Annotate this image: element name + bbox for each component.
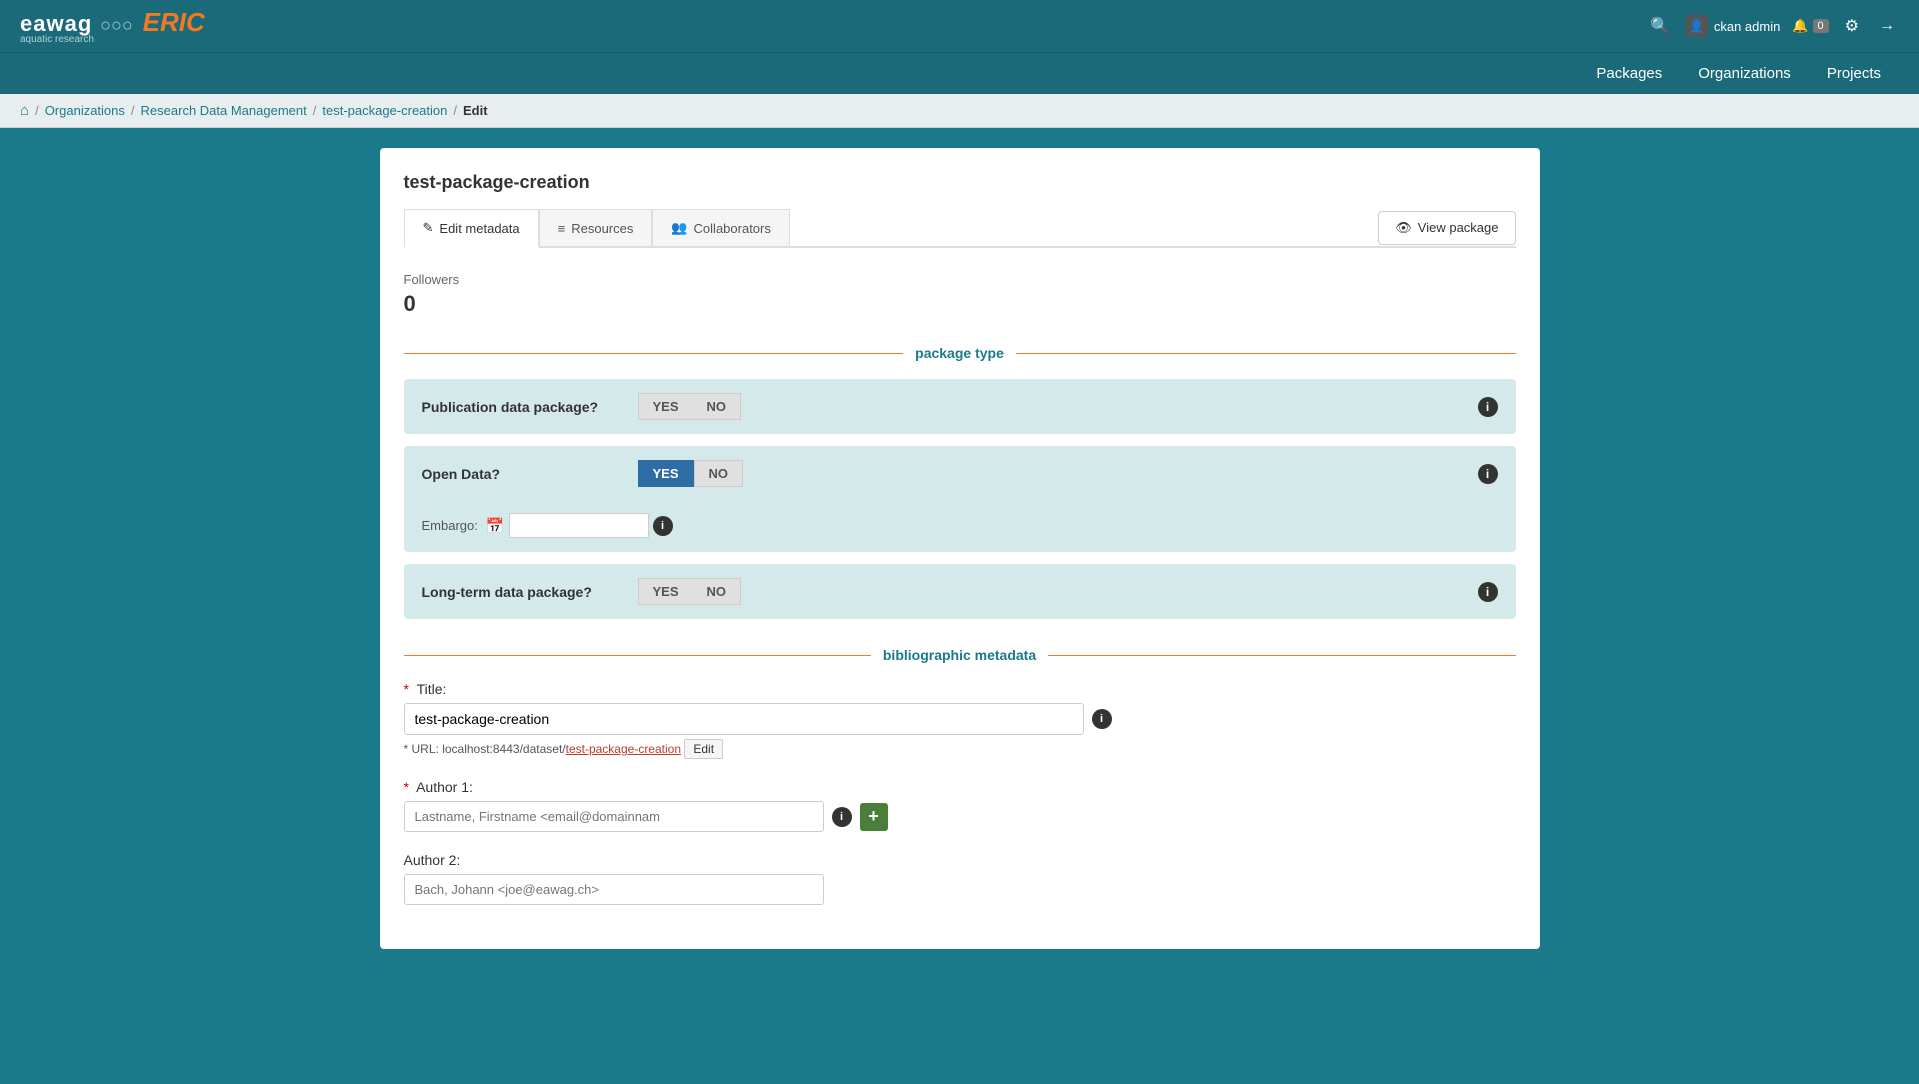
author1-info-icon[interactable]: i — [832, 807, 852, 827]
longterm-no-btn[interactable]: NO — [693, 578, 742, 605]
publication-info-icon[interactable]: i — [1478, 397, 1498, 417]
main-nav: Packages Organizations Projects — [0, 52, 1919, 94]
author1-input-row: i + — [404, 801, 1516, 832]
bell-icon: 🔔 — [1792, 18, 1808, 34]
embargo-label: Embargo: — [422, 518, 478, 533]
longterm-info-icon[interactable]: i — [1478, 582, 1498, 602]
title-field-label: * Title: — [404, 681, 1516, 697]
logout-icon[interactable]: → — [1875, 13, 1899, 39]
calendar-icon: 📅 — [486, 517, 505, 535]
publication-toggle: YES NO — [638, 393, 742, 420]
breadcrumb-bar: ⌂ / Organizations / Research Data Manage… — [0, 94, 1919, 128]
breadcrumb: ⌂ / Organizations / Research Data Manage… — [20, 102, 1899, 119]
section-title-package-type: package type — [915, 345, 1004, 361]
breadcrumb-home[interactable]: ⌂ — [20, 102, 29, 119]
publication-label: Publication data package? — [422, 399, 622, 415]
longterm-data-package-row: Long-term data package? YES NO i — [404, 564, 1516, 619]
open-data-yes-btn[interactable]: YES — [638, 460, 694, 487]
eye-icon: 👁 — [1395, 220, 1412, 236]
notification-badge[interactable]: 🔔 0 — [1792, 18, 1828, 34]
embargo-input-wrap: 📅 i — [486, 513, 673, 538]
followers-section: Followers 0 — [404, 272, 1516, 317]
publication-no-btn[interactable]: NO — [693, 393, 742, 420]
page-title: test-package-creation — [404, 172, 1516, 193]
user-icon: 👤 — [1686, 15, 1708, 37]
author2-field-label: Author 2: — [404, 852, 1516, 868]
title-info-icon[interactable]: i — [1092, 709, 1112, 729]
settings-icon[interactable]: ⚙ — [1841, 12, 1863, 40]
logo: eawag ○○○ ERIC aquatic research — [20, 7, 205, 45]
author2-input-row — [404, 874, 1516, 905]
notif-count: 0 — [1813, 19, 1829, 33]
edit-icon: ✎ — [423, 220, 434, 236]
section-bibliographic: bibliographic metadata — [404, 647, 1516, 663]
tabs-row: ✎ Edit metadata ≡ Resources 👥 Collaborat… — [404, 209, 1516, 248]
logo-eric: ERIC — [143, 7, 205, 37]
breadcrumb-package[interactable]: test-package-creation — [322, 103, 447, 118]
open-data-toggle: YES NO — [638, 460, 744, 487]
embargo-date-input[interactable] — [509, 513, 649, 538]
tab-edit-metadata[interactable]: ✎ Edit metadata — [404, 209, 539, 248]
breadcrumb-rdm[interactable]: Research Data Management — [141, 103, 307, 118]
username: ckan admin — [1714, 19, 1780, 34]
search-icon[interactable]: 🔍 — [1646, 12, 1674, 40]
form-content: package type Publication data package? Y… — [404, 345, 1516, 905]
open-data-info-icon[interactable]: i — [1478, 464, 1498, 484]
publication-yes-btn[interactable]: YES — [638, 393, 693, 420]
section-bib-line-right — [1048, 655, 1515, 656]
nav-packages[interactable]: Packages — [1578, 53, 1680, 94]
title-required-marker: * — [404, 681, 409, 697]
open-data-row: Open Data? YES NO i Embargo: 📅 i — [404, 446, 1516, 552]
page-container: test-package-creation ✎ Edit metadata ≡ … — [380, 148, 1540, 949]
view-package-button[interactable]: 👁 View package — [1378, 211, 1515, 245]
url-slug: test-package-creation — [566, 742, 681, 756]
breadcrumb-organizations[interactable]: Organizations — [45, 103, 125, 118]
longterm-yes-btn[interactable]: YES — [638, 578, 693, 605]
embargo-row: Embargo: 📅 i — [422, 513, 673, 538]
tab-collaborators[interactable]: 👥 Collaborators — [652, 209, 790, 246]
home-icon: ⌂ — [20, 102, 29, 119]
logo-dots: ○○○ — [100, 15, 133, 35]
author1-field-label: * Author 1: — [404, 779, 1516, 795]
followers-label: Followers — [404, 272, 1516, 287]
section-package-type: package type — [404, 345, 1516, 361]
section-line-right — [1016, 353, 1516, 354]
nav-projects[interactable]: Projects — [1809, 53, 1899, 94]
user-menu[interactable]: 👤 ckan admin — [1686, 15, 1780, 37]
open-data-label: Open Data? — [422, 466, 622, 482]
logo-eawag: eawag — [20, 11, 92, 36]
author1-required-marker: * — [404, 779, 409, 795]
publication-data-package-row: Publication data package? YES NO i — [404, 379, 1516, 434]
longterm-label: Long-term data package? — [422, 584, 622, 600]
author1-input[interactable] — [404, 801, 824, 832]
nav-organizations[interactable]: Organizations — [1680, 53, 1809, 94]
author1-field-group: * Author 1: i + — [404, 779, 1516, 832]
top-bar: eawag ○○○ ERIC aquatic research 🔍 👤 ckan… — [0, 0, 1919, 52]
embargo-info-icon[interactable]: i — [653, 516, 673, 536]
author2-input[interactable] — [404, 874, 824, 905]
url-hint: * URL: localhost:8443/dataset/test-packa… — [404, 739, 1516, 759]
resources-icon: ≡ — [558, 221, 566, 236]
collaborators-icon: 👥 — [671, 220, 687, 236]
tab-resources[interactable]: ≡ Resources — [539, 209, 653, 246]
author2-field-group: Author 2: — [404, 852, 1516, 905]
followers-count: 0 — [404, 291, 1516, 317]
top-bar-right: 🔍 👤 ckan admin 🔔 0 ⚙ → — [1646, 12, 1899, 40]
section-title-bibliographic: bibliographic metadata — [883, 647, 1036, 663]
open-data-no-btn[interactable]: NO — [694, 460, 744, 487]
section-line-left — [404, 353, 904, 354]
title-field-group: * Title: i * URL: localhost:8443/dataset… — [404, 681, 1516, 759]
longterm-toggle: YES NO — [638, 578, 742, 605]
author1-add-button[interactable]: + — [860, 803, 888, 831]
title-input[interactable] — [404, 703, 1084, 735]
tabs: ✎ Edit metadata ≡ Resources 👥 Collaborat… — [404, 209, 790, 246]
url-edit-button[interactable]: Edit — [684, 739, 723, 759]
section-bib-line-left — [404, 655, 871, 656]
breadcrumb-current: Edit — [463, 103, 488, 118]
